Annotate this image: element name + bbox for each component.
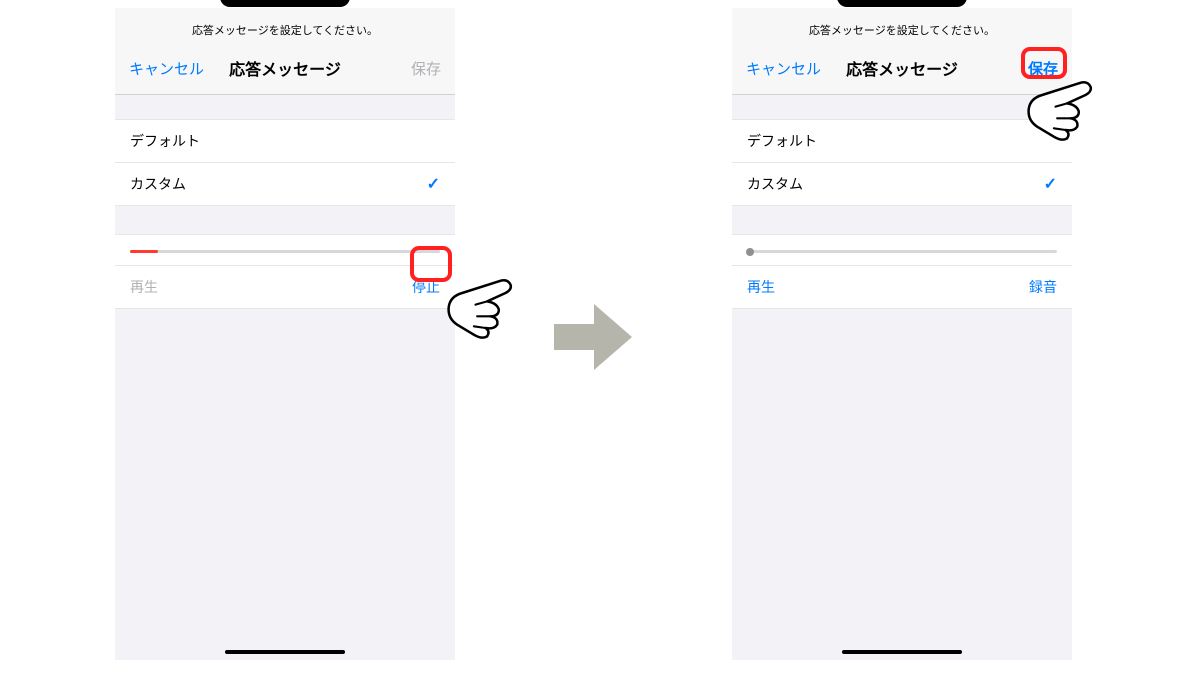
- home-indicator[interactable]: [225, 650, 345, 654]
- arrow-right-icon: [554, 304, 632, 370]
- status-bar: [732, 0, 1072, 8]
- option-custom[interactable]: カスタム ✓: [115, 163, 455, 206]
- instruction-text: 応答メッセージを設定してください。: [115, 16, 455, 48]
- record-button[interactable]: 録音: [1029, 277, 1057, 297]
- option-custom[interactable]: カスタム ✓: [732, 163, 1072, 206]
- option-label: カスタム: [747, 174, 803, 194]
- modal-header: 応答メッセージを設定してください。 キャンセル 応答メッセージ 保存: [732, 8, 1072, 95]
- slider-knob[interactable]: [746, 248, 754, 256]
- progress-slider[interactable]: [115, 234, 455, 266]
- checkmark-icon: ✓: [427, 174, 440, 194]
- checkmark-icon: ✓: [1044, 174, 1057, 194]
- save-button: 保存: [361, 58, 441, 79]
- option-default[interactable]: デフォルト: [732, 119, 1072, 163]
- notch: [220, 0, 350, 7]
- playback-controls: 再生 停止: [115, 266, 455, 309]
- slider-track: [747, 250, 1057, 253]
- cancel-button[interactable]: キャンセル: [129, 58, 209, 79]
- option-list: デフォルト カスタム ✓: [732, 119, 1072, 206]
- slider-track: [130, 250, 440, 253]
- cancel-button[interactable]: キャンセル: [746, 58, 826, 79]
- option-label: カスタム: [130, 174, 186, 194]
- instruction-text: 応答メッセージを設定してください。: [732, 16, 1072, 48]
- modal-header: 応答メッセージを設定してください。 キャンセル 応答メッセージ 保存: [115, 8, 455, 95]
- nav-title: 応答メッセージ: [826, 56, 978, 80]
- option-label: デフォルト: [130, 131, 200, 151]
- play-button: 再生: [130, 277, 158, 297]
- phone-screen-left: 応答メッセージを設定してください。 キャンセル 応答メッセージ 保存 デフォルト…: [115, 0, 455, 660]
- save-button[interactable]: 保存: [978, 58, 1058, 79]
- nav-title: 応答メッセージ: [209, 56, 361, 80]
- phone-screen-right: 応答メッセージを設定してください。 キャンセル 応答メッセージ 保存 デフォルト…: [732, 0, 1072, 660]
- stop-button[interactable]: 停止: [412, 277, 440, 297]
- option-list: デフォルト カスタム ✓: [115, 119, 455, 206]
- playback-controls: 再生 録音: [732, 266, 1072, 309]
- status-bar: [115, 0, 455, 8]
- notch: [837, 0, 967, 7]
- option-label: デフォルト: [747, 131, 817, 151]
- nav-bar: キャンセル 応答メッセージ 保存: [732, 48, 1072, 94]
- play-button[interactable]: 再生: [747, 277, 775, 297]
- home-indicator[interactable]: [842, 650, 962, 654]
- nav-bar: キャンセル 応答メッセージ 保存: [115, 48, 455, 94]
- progress-slider[interactable]: [732, 234, 1072, 266]
- slider-fill: [130, 250, 158, 253]
- option-default[interactable]: デフォルト: [115, 119, 455, 163]
